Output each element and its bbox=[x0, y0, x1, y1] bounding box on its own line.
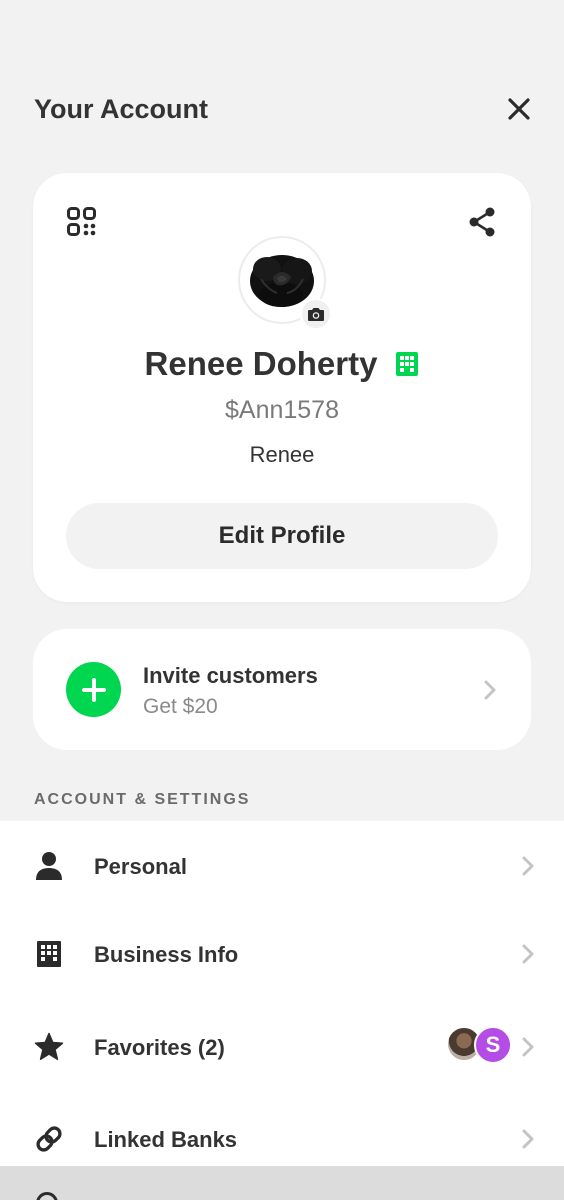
edit-profile-button[interactable]: Edit Profile bbox=[66, 503, 498, 569]
chevron-right-icon bbox=[522, 1037, 534, 1057]
chevron-right-icon bbox=[484, 680, 496, 700]
avatar[interactable] bbox=[238, 236, 332, 330]
building-icon bbox=[34, 939, 64, 969]
qr-code-icon bbox=[67, 207, 96, 236]
link-icon bbox=[34, 1124, 64, 1154]
favorite-avatar-letter: S bbox=[474, 1026, 512, 1064]
chevron-right-icon bbox=[522, 1129, 534, 1149]
plus-icon bbox=[66, 662, 121, 717]
settings-row-label: Business Info bbox=[94, 942, 239, 967]
camera-icon bbox=[308, 307, 324, 321]
chevron-right-icon bbox=[522, 856, 534, 876]
cashtag: $Ann1578 bbox=[224, 396, 339, 424]
profile-card: Renee Doherty $Ann1578 Renee Edit Profil… bbox=[33, 173, 531, 602]
qr-code-button[interactable] bbox=[66, 206, 98, 238]
page-title: Your Account bbox=[34, 94, 208, 124]
close-button[interactable] bbox=[502, 92, 536, 126]
settings-row-label: Linked Banks bbox=[94, 1127, 238, 1152]
header: Your Account bbox=[34, 84, 536, 132]
partial-row-icon bbox=[36, 1192, 58, 1200]
invite-customers-card[interactable]: Invite customers Get $20 bbox=[33, 629, 531, 750]
invite-title: Invite customers bbox=[143, 663, 318, 688]
close-icon bbox=[508, 98, 530, 120]
section-label-account-settings: ACCOUNT & SETTINGS bbox=[34, 791, 251, 808]
display-name: Renee bbox=[249, 442, 315, 467]
share-icon bbox=[469, 207, 495, 237]
name-row: Renee Doherty bbox=[33, 345, 531, 383]
settings-row-business-info[interactable]: Business Info bbox=[0, 909, 564, 999]
star-icon bbox=[34, 1032, 64, 1062]
settings-row-label: Personal bbox=[94, 854, 187, 879]
invite-subtitle: Get $20 bbox=[143, 695, 218, 718]
bottom-bar[interactable] bbox=[0, 1166, 564, 1200]
person-icon bbox=[34, 851, 64, 881]
settings-list: Personal Business Info Favorites (2) S L… bbox=[0, 821, 564, 1200]
chevron-right-icon bbox=[522, 944, 534, 964]
settings-row-favorites[interactable]: Favorites (2) S bbox=[0, 1002, 564, 1092]
business-badge-icon bbox=[396, 352, 419, 376]
share-button[interactable] bbox=[466, 206, 498, 238]
favorites-avatars: S bbox=[446, 1026, 512, 1064]
change-photo-button[interactable] bbox=[300, 298, 332, 330]
settings-row-label: Favorites (2) bbox=[94, 1035, 225, 1060]
settings-row-personal[interactable]: Personal bbox=[0, 821, 564, 911]
profile-name: Renee Doherty bbox=[144, 345, 378, 382]
